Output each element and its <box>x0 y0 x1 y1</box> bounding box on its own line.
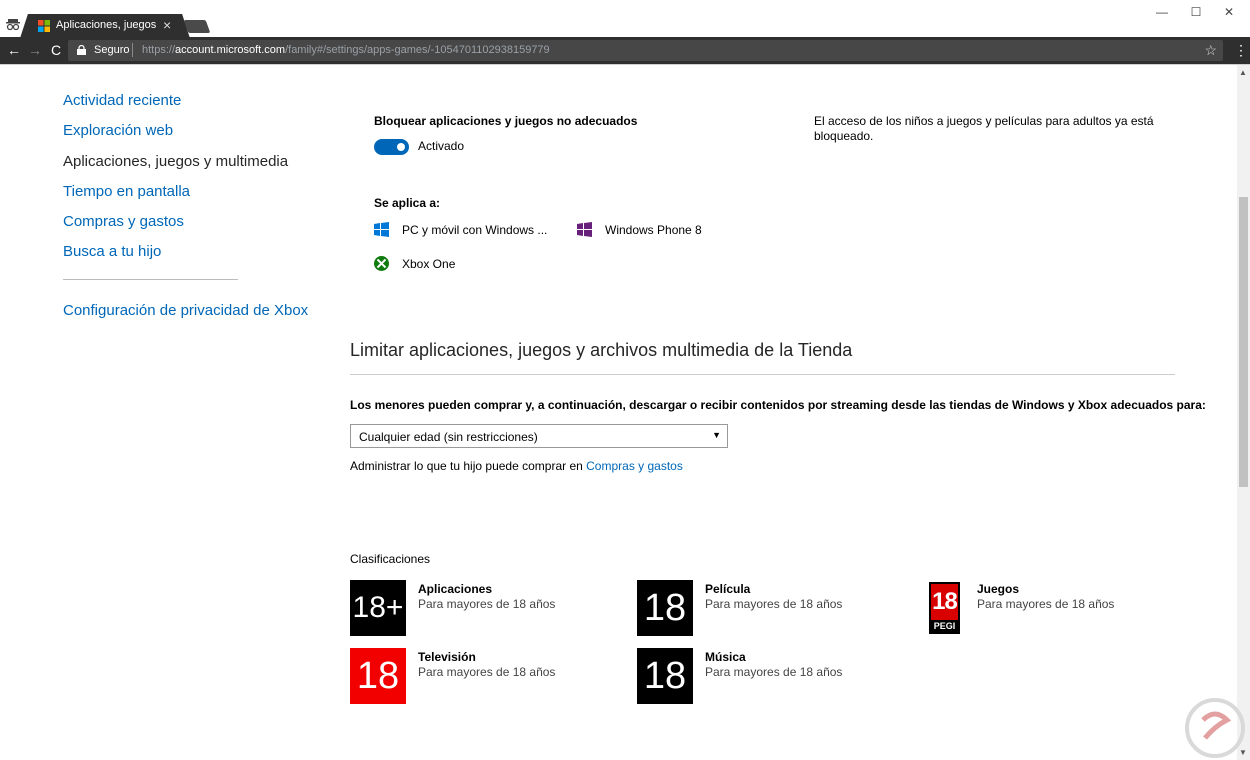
browser-toolbar: ← → C Seguro https://account.microsoft.c… <box>0 37 1250 64</box>
rating-sub-movie: Para mayores de 18 años <box>705 597 843 611</box>
windows-icon <box>374 222 389 237</box>
back-button[interactable]: ← <box>6 42 22 58</box>
reload-button[interactable]: C <box>48 42 64 58</box>
sidebar-item-compras-y-gastos[interactable]: Compras y gastos <box>63 213 184 230</box>
rating-title-movie: Película <box>705 582 751 596</box>
sidebar-divider <box>63 279 238 280</box>
ratings-heading: Clasificaciones <box>350 552 431 566</box>
browser-tab[interactable]: Aplicaciones, juegos y m × <box>30 14 180 38</box>
pegi-badge: 18 PEGI <box>929 582 960 634</box>
address-bar[interactable]: Seguro https://account.microsoft.com/fam… <box>68 40 1223 61</box>
compras-y-gastos-link[interactable]: Compras y gastos <box>586 459 683 473</box>
rating-badge-movie: 18 <box>637 580 693 636</box>
manage-text: Administrar lo que tu hijo puede comprar… <box>350 459 683 473</box>
incognito-icon <box>6 19 20 31</box>
platform-windows-phone-label: Windows Phone 8 <box>605 223 702 237</box>
rating-sub-tv: Para mayores de 18 años <box>418 665 556 679</box>
browser-menu-icon[interactable]: ⋮ <box>1234 42 1248 59</box>
watermark-logo <box>1185 698 1245 758</box>
bookmark-star-icon[interactable]: ☆ <box>1204 42 1217 59</box>
windows-phone-icon <box>577 222 592 237</box>
maximize-button[interactable]: ☐ <box>1181 5 1211 19</box>
pegi-label: PEGI <box>933 621 956 631</box>
secure-label: Seguro <box>94 44 130 56</box>
new-tab-button[interactable] <box>183 20 211 33</box>
platform-xbox-label: Xbox One <box>402 257 456 271</box>
close-window-button[interactable]: ✕ <box>1214 5 1244 19</box>
dropdown-arrow-icon: ▼ <box>712 430 721 440</box>
lock-icon <box>77 45 86 55</box>
content-divider <box>0 64 1250 65</box>
microsoft-logo-icon <box>38 20 50 32</box>
scroll-up-icon[interactable]: ▲ <box>1239 68 1247 77</box>
sidebar-item-exploracion-web[interactable]: Exploración web <box>63 122 173 139</box>
store-section-title: Limitar aplicaciones, juegos y archivos … <box>350 340 853 360</box>
sidebar-item-aplicaciones[interactable]: Aplicaciones, juegos y multimedia <box>63 153 288 170</box>
age-select-value: Cualquier edad (sin restricciones) <box>359 430 538 444</box>
rating-badge-tv: 18 <box>350 648 406 704</box>
address-separator <box>132 43 133 57</box>
sidebar-item-busca-a-tu-hijo[interactable]: Busca a tu hijo <box>63 243 161 260</box>
browser-titlebar: Aplicaciones, juegos y m × — ☐ ✕ <box>0 0 1250 38</box>
block-toggle[interactable] <box>374 139 409 155</box>
xbox-icon <box>374 256 389 271</box>
rating-title-apps: Aplicaciones <box>418 582 493 596</box>
forward-button[interactable]: → <box>27 42 43 58</box>
rating-sub-apps: Para mayores de 18 años <box>418 597 556 611</box>
pegi-age: 18 <box>931 584 958 620</box>
scroll-thumb[interactable] <box>1239 197 1248 487</box>
store-section-divider <box>350 374 1175 375</box>
page-scrollbar[interactable]: ▲ ▼ <box>1237 65 1250 760</box>
sidebar-item-xbox-privacy[interactable]: Configuración de privacidad de Xbox <box>63 302 308 319</box>
block-info-line-1: El acceso de los niños a juegos y pelícu… <box>814 114 1154 128</box>
toggle-label: Activado <box>418 139 465 153</box>
rating-title-games: Juegos <box>977 582 1020 596</box>
sidebar-item-actividad-reciente[interactable]: Actividad reciente <box>63 92 181 109</box>
rating-title-tv: Televisión <box>418 650 476 664</box>
rating-title-music: Música <box>705 650 746 664</box>
age-select[interactable]: Cualquier edad (sin restricciones) ▼ <box>350 424 728 448</box>
sidebar-item-tiempo-en-pantalla[interactable]: Tiempo en pantalla <box>63 183 190 200</box>
block-heading: Bloquear aplicaciones y juegos no adecua… <box>374 114 638 128</box>
rating-badge-apps: 18+ <box>350 580 406 636</box>
rating-badge-music: 18 <box>637 648 693 704</box>
tab-title: Aplicaciones, juegos y m <box>56 19 156 31</box>
url-text[interactable]: https://account.microsoft.com/family#/se… <box>142 44 550 56</box>
toggle-knob <box>397 143 405 151</box>
rating-sub-games: Para mayores de 18 años <box>977 597 1115 611</box>
tab-close-icon[interactable]: × <box>163 17 171 33</box>
minimize-button[interactable]: — <box>1147 5 1177 19</box>
block-info-line-2: bloqueado. <box>814 129 874 143</box>
applies-to-label: Se aplica a: <box>374 196 441 210</box>
rating-sub-music: Para mayores de 18 años <box>705 665 843 679</box>
platform-pc-label: PC y móvil con Windows ... <box>402 223 548 237</box>
store-description: Los menores pueden comprar y, a continua… <box>350 398 1206 412</box>
